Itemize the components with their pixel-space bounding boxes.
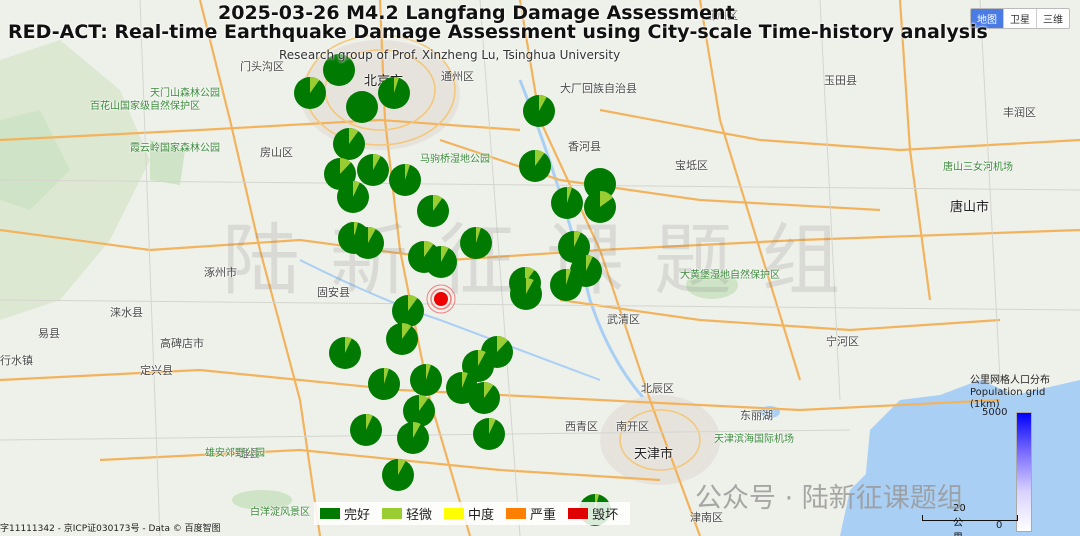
- label-park-xiayunling: 霞云岭国家森林公园: [130, 143, 220, 154]
- label-beichen: 北辰区: [641, 382, 674, 395]
- scale-line: [922, 515, 1018, 521]
- legend-swatch: [320, 508, 340, 519]
- label-dingxing: 定兴县: [140, 364, 173, 377]
- label-mentougou: 门头沟区: [240, 60, 284, 73]
- label-park-majuqiao: 马驹桥湿地公园: [420, 154, 490, 165]
- legend-swatch: [506, 508, 527, 519]
- map-type-3d[interactable]: 三维: [1036, 9, 1069, 28]
- label-beijing: 北京市: [364, 74, 404, 89]
- map-subtitle: RED-ACT: Real-time Earthquake Damage Ass…: [8, 21, 988, 43]
- label-park-dahuangbao: 大黄堡湿地自然保护区: [680, 270, 780, 281]
- legend-swatch: [568, 508, 589, 519]
- legend-label: 完好: [344, 508, 371, 523]
- colorbar-min: 0: [996, 520, 1003, 531]
- label-park-baiyangdian: 白洋淀风景区: [250, 507, 310, 518]
- label-tianjin: 天津市: [634, 447, 674, 462]
- legend-item-severe: 严重: [506, 504, 556, 523]
- legend-swatch: [382, 508, 403, 519]
- label-nankai: 南开区: [616, 420, 649, 433]
- label-ninghe: 宁河区: [826, 335, 859, 348]
- label-yixian: 易县: [38, 327, 60, 340]
- label-dongli: 东丽湖: [740, 409, 773, 422]
- legend-label: 毁坏: [592, 508, 619, 523]
- label-zhuozhou: 涿州市: [204, 266, 237, 279]
- legend-label: 轻微: [406, 508, 433, 523]
- label-fangshan: 房山区: [260, 146, 293, 159]
- legend-swatch: [444, 508, 465, 519]
- label-airport-tangshan: 唐山三女河机场: [943, 162, 1013, 173]
- wechat-watermark: 公众号 · 陆新征课题组: [695, 483, 964, 514]
- copyright-text: 字11111342 - 京ICP证030173号 - Data © 百度智图: [0, 524, 221, 534]
- legend-item-intact: 完好: [320, 504, 370, 523]
- legend-item-slight: 轻微: [382, 504, 432, 523]
- legend-item-moderate: 中度: [444, 504, 494, 523]
- label-park-xiongan: 雄安郊野公园: [205, 448, 265, 459]
- label-baodi: 宝坻区: [675, 159, 708, 172]
- label-dachang: 大厂回族自治县: [560, 82, 637, 95]
- label-gaobeidian: 高碑店市: [160, 337, 204, 350]
- label-guan: 固安县: [317, 286, 350, 299]
- label-airport-tianjin: 天津滨海国际机场: [714, 434, 794, 445]
- label-park-baihuashan: 百花山国家级自然保护区: [90, 101, 200, 112]
- label-yutian: 玉田县: [824, 74, 857, 87]
- legend-label: 严重: [530, 508, 557, 523]
- colorbar-gradient: [1016, 412, 1032, 532]
- population-colorbar: 公里网格人口分布 Population grid (1km) 5000 0: [970, 375, 1070, 532]
- label-fengrun: 丰润区: [1003, 106, 1036, 119]
- map-view[interactable]: 陆新征课题组 北京市 天津市 唐山市 涿州市 固安县 武清区 香河县 宝坻区 大…: [0, 0, 1080, 536]
- label-tangshan: 唐山市: [950, 200, 990, 215]
- label-tongzhou: 通州区: [441, 70, 474, 83]
- legend-item-collapse: 毁坏: [568, 504, 618, 523]
- colorbar-title-cn: 公里网格人口分布: [970, 375, 1050, 386]
- legend-label: 中度: [468, 508, 495, 523]
- label-laishui: 涞水县: [110, 306, 143, 319]
- label-xianghe: 香河县: [568, 140, 601, 153]
- label-xingtang: 行水镇: [0, 354, 33, 367]
- damage-legend: 完好 轻微 中度 严重 毁坏: [314, 502, 631, 525]
- map-type-satellite[interactable]: 卫星: [1003, 9, 1036, 28]
- label-wuqing: 武清区: [607, 313, 640, 326]
- colorbar-max: 5000: [982, 407, 1008, 418]
- map-credit: Research group of Prof. Xinzheng Lu, Tsi…: [279, 48, 621, 62]
- label-xiqing: 西青区: [565, 420, 598, 433]
